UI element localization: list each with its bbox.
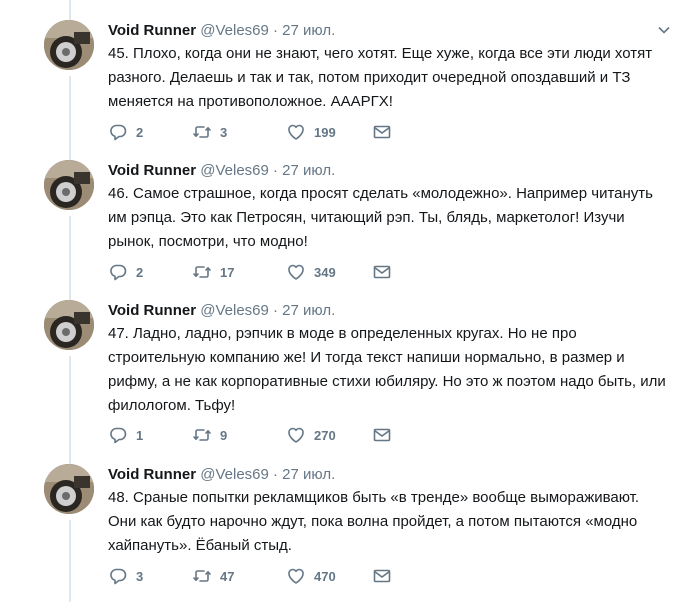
retweet-button[interactable]: 17 [192,262,234,282]
author-name[interactable]: Void Runner [108,22,196,39]
tweet-text: 47. Ладно, ладно, рэпчик в моде в опреде… [108,325,666,414]
envelope-icon [373,569,391,583]
reply-button[interactable]: 2 [108,122,143,142]
thread-line [69,0,71,20]
like-button[interactable]: 349 [286,262,336,282]
tweet-text: 48. Сраные попытки рекламщиков быть «в т… [108,489,640,554]
avatar[interactable] [44,20,94,70]
tweet-text: 46. Самое страшное, когда просят сделать… [108,185,653,250]
tweet[interactable]: Void Runner @Veles69 · 27 июл. 46. Самое… [0,160,700,300]
author-handle[interactable]: @Veles69 · 27 июл. [200,302,335,319]
tweet[interactable]: Void Runner @Veles69 · 27 июл. 47. Ладно… [0,300,700,464]
author-handle[interactable]: @Veles69 · 27 июл. [200,466,335,483]
reply-button[interactable]: 3 [108,566,143,586]
envelope-icon [373,428,391,442]
direct-message-button[interactable] [372,425,400,445]
author-handle[interactable]: @Veles69 · 27 июл. [200,162,335,179]
like-button[interactable]: 199 [286,122,336,142]
retweet-button[interactable]: 9 [192,425,227,445]
avatar[interactable] [44,464,94,514]
tweet-actions: 3 47 470 [108,566,408,586]
tweet[interactable]: Void Runner @Veles69 · 27 июл. 48. Сраны… [0,464,700,602]
heart-icon [288,427,304,443]
reply-icon [110,124,127,141]
avatar[interactable] [44,300,94,350]
author-name[interactable]: Void Runner [108,466,196,483]
like-button[interactable]: 470 [286,566,336,586]
retweet-button[interactable]: 3 [192,122,227,142]
tweet-actions: 2 17 349 [108,262,408,282]
reply-count: 3 [136,568,144,584]
retweet-button[interactable]: 47 [192,566,234,586]
avatar[interactable] [44,160,94,210]
reply-icon [110,568,127,585]
like-count: 270 [314,427,336,443]
author-name[interactable]: Void Runner [108,162,196,179]
avatar-image [44,464,94,514]
direct-message-button[interactable] [372,122,400,142]
retweet-icon [193,429,211,441]
tweet-header: Void Runner @Veles69 · 27 июл. [108,160,335,182]
tweet-actions: 1 9 270 [108,425,408,445]
author-handle[interactable]: @Veles69 · 27 июл. [200,22,335,39]
tweet-header: Void Runner @Veles69 · 27 июл. [108,20,335,42]
retweet-count: 9 [220,427,228,443]
author-name[interactable]: Void Runner [108,302,196,319]
envelope-icon [373,265,391,279]
retweet-icon [193,570,211,582]
avatar-image [44,300,94,350]
reply-count: 1 [136,427,144,443]
like-button[interactable]: 270 [286,425,336,445]
envelope-icon [373,125,391,139]
chevron-down-icon[interactable] [656,22,672,38]
avatar-image [44,20,94,70]
like-count: 349 [314,264,336,280]
avatar-image [44,160,94,210]
direct-message-button[interactable] [372,262,400,282]
retweet-count: 3 [220,124,228,140]
heart-icon [288,264,304,280]
retweet-count: 47 [220,568,235,584]
heart-icon [288,124,304,140]
reply-icon [110,264,127,281]
tweet-text: 45. Плохо, когда они не знают, чего хотя… [108,45,653,110]
reply-count: 2 [136,124,144,140]
retweet-icon [193,266,211,278]
like-count: 199 [314,124,336,140]
reply-count: 2 [136,264,144,280]
heart-icon [288,568,304,584]
tweet[interactable]: Void Runner @Veles69 · 27 июл. 45. Плохо… [0,20,700,160]
tweet-actions: 2 3 199 [108,122,408,142]
reply-button[interactable]: 2 [108,262,143,282]
retweet-icon [193,126,211,138]
retweet-count: 17 [220,264,235,280]
like-count: 470 [314,568,336,584]
reply-button[interactable]: 1 [108,425,143,445]
tweet-header: Void Runner @Veles69 · 27 июл. [108,300,335,322]
direct-message-button[interactable] [372,566,400,586]
reply-icon [110,427,127,444]
tweet-header: Void Runner @Veles69 · 27 июл. [108,464,335,486]
